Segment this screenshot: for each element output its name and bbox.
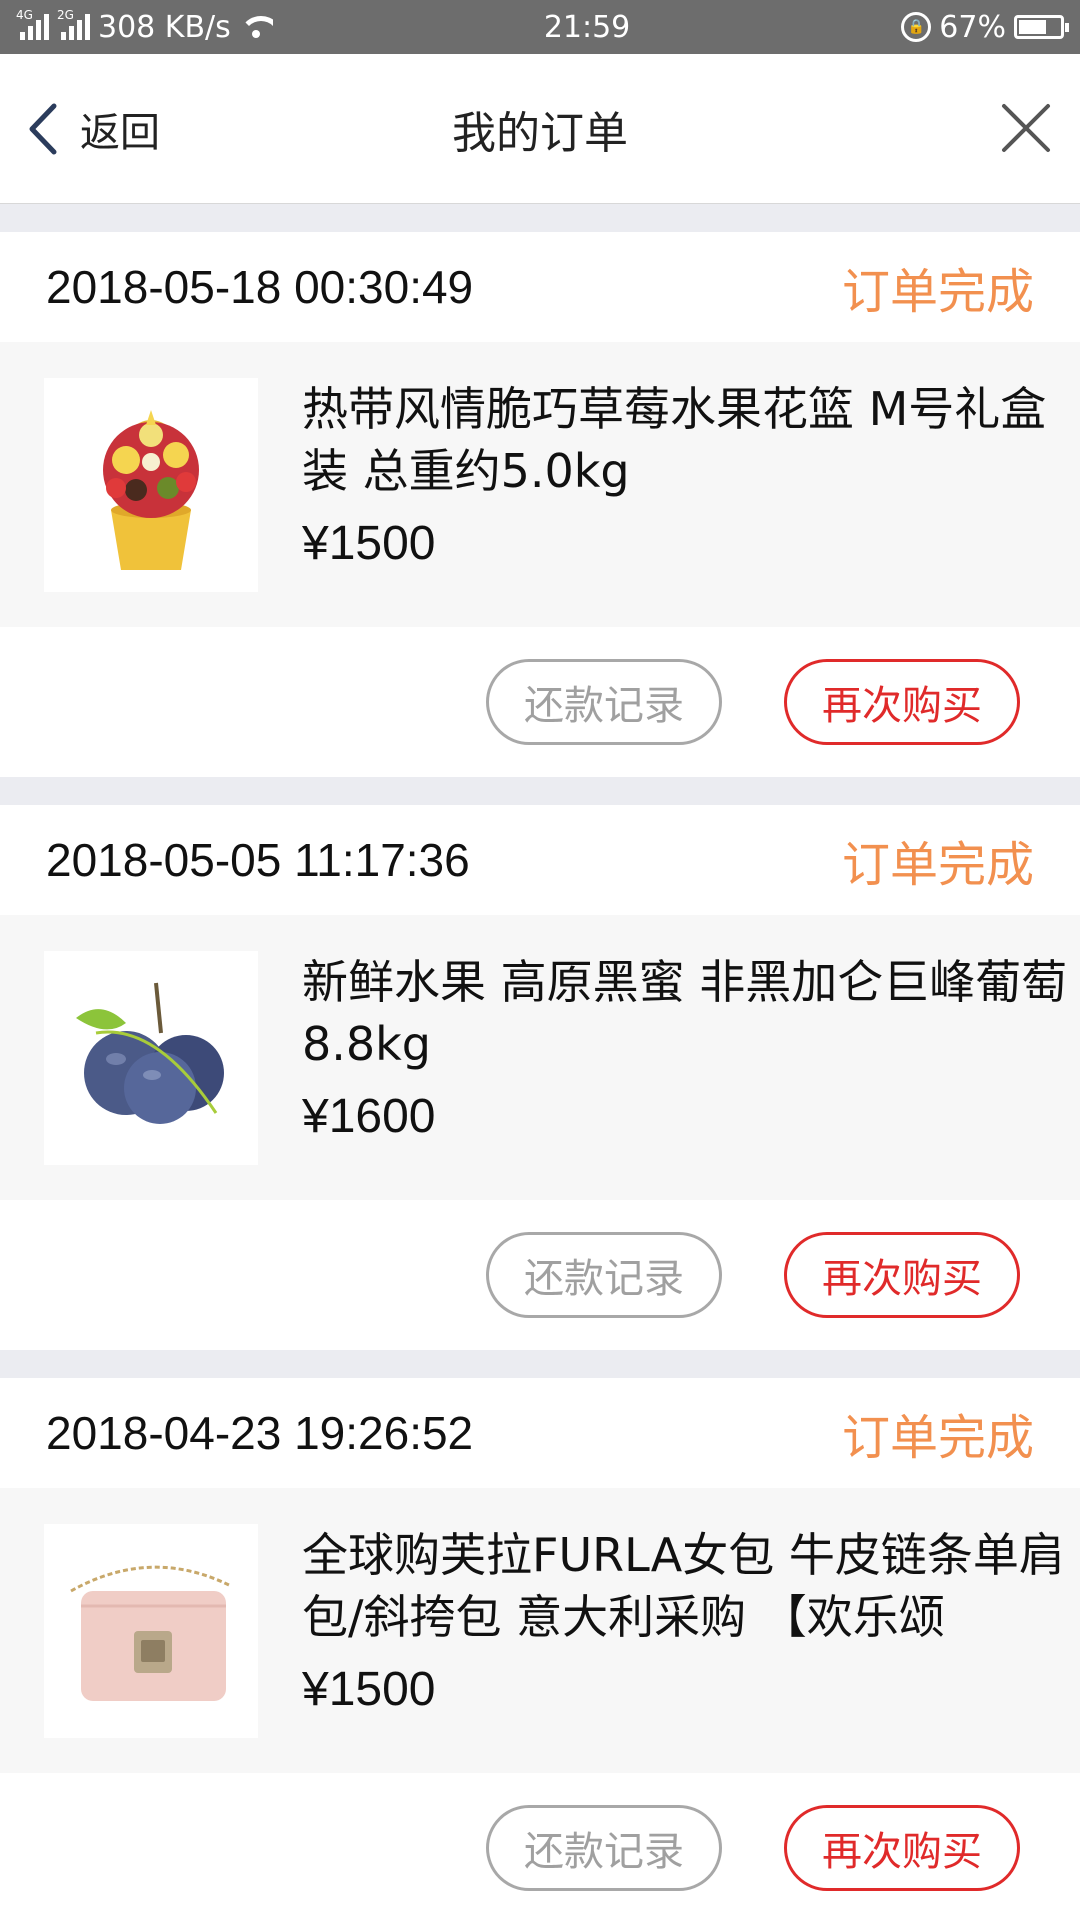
network-speed: 308 KB/s xyxy=(98,9,231,45)
product-name: 全球购芙拉FURLA女包 牛皮链条单肩包/斜挎包 意大利采购 【欢乐颂 xyxy=(302,1528,1065,1644)
product-price: ¥1600 xyxy=(302,1090,436,1143)
item-info: 新鲜水果 高原黑蜜 非黑加仑巨峰葡萄 8.8kg ¥1600 xyxy=(302,951,1080,1144)
order-header: 2018-05-18 00:30:49 订单完成 xyxy=(0,232,1080,342)
battery-fill xyxy=(1018,20,1046,34)
item-info: 热带风情脆巧草莓水果花篮 M号礼盒装 总重约5.0kg ¥1500 xyxy=(302,378,1080,571)
order-item[interactable]: 新鲜水果 高原黑蜜 非黑加仑巨峰葡萄 8.8kg ¥1600 xyxy=(0,915,1080,1200)
grapes-image xyxy=(76,982,224,1124)
handbag-image xyxy=(70,1565,232,1701)
status-bar-left: 4G 2G 308 KB/s xyxy=(16,8,273,45)
order-card: 2018-04-23 19:26:52 订单完成 全球购芙拉FURLA女包 牛皮… xyxy=(0,1378,1080,1920)
nav-bar: 返回 我的订单 xyxy=(0,54,1080,204)
repayment-record-button[interactable]: 还款记录 xyxy=(486,1805,722,1891)
product-price: ¥1500 xyxy=(302,1663,436,1716)
order-time: 2018-05-18 00:30:49 xyxy=(46,261,474,313)
back-button[interactable]: 返回 xyxy=(28,54,160,204)
order-card: 2018-05-18 00:30:49 订单完成 热带风情脆巧草莓水果花篮 M号… xyxy=(0,232,1080,777)
order-header: 2018-05-05 11:17:36 订单完成 xyxy=(0,805,1080,915)
product-price: ¥1500 xyxy=(302,517,436,570)
status-bar: 4G 2G 308 KB/s 21:59 🔒 67% xyxy=(0,0,1080,54)
buy-again-button[interactable]: 再次购买 xyxy=(784,1805,1020,1891)
clock: 21:59 xyxy=(543,9,631,45)
order-time: 2018-04-23 19:26:52 xyxy=(46,1407,474,1459)
battery-icon xyxy=(1013,15,1069,39)
rotation-lock-icon: 🔒 xyxy=(901,12,932,42)
item-info: 全球购芙拉FURLA女包 牛皮链条单肩包/斜挎包 意大利采购 【欢乐颂 ¥150… xyxy=(302,1524,1080,1717)
order-status: 订单完成 xyxy=(841,264,1034,320)
product-name: 新鲜水果 高原黑蜜 非黑加仑巨峰葡萄 8.8kg xyxy=(302,955,1068,1071)
order-actions: 还款记录 再次购买 xyxy=(0,1200,1080,1350)
network-type-label-2: 2G xyxy=(57,8,74,22)
repayment-record-button[interactable]: 还款记录 xyxy=(486,1232,722,1318)
order-actions: 还款记录 再次购买 xyxy=(0,1773,1080,1920)
fruit-basket-image xyxy=(103,410,199,570)
order-status: 订单完成 xyxy=(841,1410,1034,1466)
close-icon[interactable] xyxy=(1000,102,1052,154)
back-label: 返回 xyxy=(80,110,160,156)
product-thumbnail[interactable] xyxy=(44,951,258,1165)
repayment-record-button[interactable]: 还款记录 xyxy=(486,659,722,745)
buy-again-button[interactable]: 再次购买 xyxy=(784,659,1020,745)
chevron-left-icon xyxy=(29,103,57,155)
buy-again-button[interactable]: 再次购买 xyxy=(784,1232,1020,1318)
battery-percent: 67% xyxy=(939,9,1006,45)
page-title: 我的订单 xyxy=(452,107,628,159)
order-card: 2018-05-05 11:17:36 订单完成 新鲜水果 高原黑蜜 非黑加仑巨… xyxy=(0,805,1080,1350)
product-thumbnail[interactable] xyxy=(44,1524,258,1738)
signal-icon-2: 2G xyxy=(57,8,90,40)
order-actions: 还款记录 再次购买 xyxy=(0,627,1080,777)
order-header: 2018-04-23 19:26:52 订单完成 xyxy=(0,1378,1080,1488)
order-time: 2018-05-05 11:17:36 xyxy=(46,834,470,886)
wifi-icon xyxy=(238,14,273,40)
product-thumbnail[interactable] xyxy=(44,378,258,592)
order-item[interactable]: 热带风情脆巧草莓水果花篮 M号礼盒装 总重约5.0kg ¥1500 xyxy=(0,342,1080,627)
network-type-label: 4G xyxy=(16,8,33,22)
status-bar-right: 🔒 67% xyxy=(901,9,1069,45)
signal-icon: 4G xyxy=(16,8,49,40)
order-item[interactable]: 全球购芙拉FURLA女包 牛皮链条单肩包/斜挎包 意大利采购 【欢乐颂 ¥150… xyxy=(0,1488,1080,1773)
product-name: 热带风情脆巧草莓水果花篮 M号礼盒装 总重约5.0kg xyxy=(302,382,1047,498)
order-status: 订单完成 xyxy=(841,837,1034,893)
